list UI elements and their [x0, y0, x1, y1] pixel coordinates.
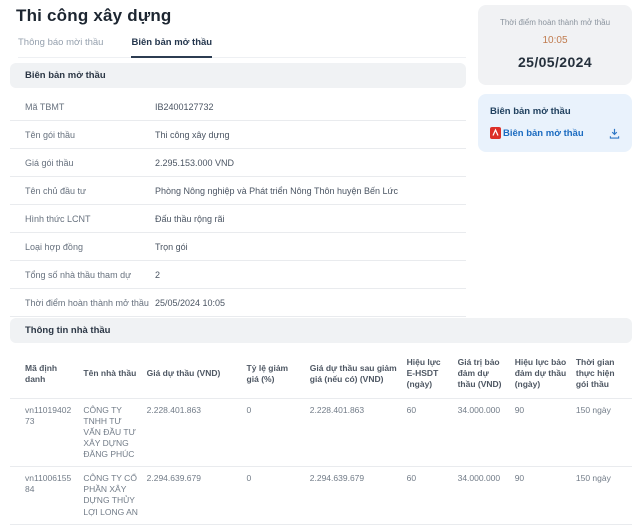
field-row-ten-goi-thau: Tên gói thầu Thi công xây dựng — [10, 121, 466, 149]
tab-thong-bao-moi-thau[interactable]: Thông báo mời thầu — [18, 37, 103, 57]
field-label: Loại hợp đồng — [25, 242, 155, 252]
field-value: Phòng Nông nghiệp và Phát triển Nông Thô… — [155, 186, 398, 196]
bid-info-fields: Mã TBMT IB2400127732 Tên gói thầu Thi cô… — [10, 93, 466, 317]
cell-guarantee-value: 34.000.000 — [458, 399, 515, 467]
field-value: IB2400127732 — [155, 102, 214, 112]
field-value: Thi công xây dựng — [155, 130, 230, 140]
column-header: Thời gian thực hiện gói thầu — [576, 349, 632, 399]
field-value: Trọn gói — [155, 242, 188, 252]
cell-guarantee-validity: 90 — [515, 399, 576, 467]
cell-guarantee-value: 34.000.000 — [458, 467, 515, 524]
cell-ehsdt-validity: 60 — [407, 399, 458, 467]
pdf-icon — [490, 127, 501, 139]
field-row-loai-hop-dong: Loại hợp đồng Trọn gói — [10, 233, 466, 261]
column-header: Giá trị bảo đảm dự thầu (VND) — [458, 349, 515, 399]
field-row-hinh-thuc-lcnt: Hình thức LCNT Đấu thầu rộng rãi — [10, 205, 466, 233]
contractors-panel: Thông tin nhà thầu Mã định danh Tên nhà … — [10, 318, 632, 525]
column-header: Giá dự thầu (VND) — [147, 349, 247, 399]
bid-opening-panel: Biên bản mở thầu Mã TBMT IB2400127732 Tê… — [10, 63, 466, 317]
section-header-contractors: Thông tin nhà thầu — [10, 318, 632, 343]
table-row: vn1101940273 CÔNG TY TNHH TƯ VẤN ĐẦU TƯ … — [10, 399, 632, 467]
cell-contractor-name: CÔNG TY TNHH TƯ VẤN ĐẦU TƯ XÂY DỰNG ĐĂNG… — [83, 399, 146, 467]
page-title: Thi công xây dựng — [16, 6, 172, 26]
cell-bid-price-after-discount: 2.294.639.679 — [310, 467, 407, 524]
cell-bid-price: 2.228.401.863 — [147, 399, 247, 467]
right-sidebar: Thời điểm hoàn thành mở thầu 10:05 25/05… — [478, 5, 632, 152]
field-row-tong-so-nha-thau: Tổng số nhà thầu tham dự 2 — [10, 261, 466, 289]
field-label: Hình thức LCNT — [25, 214, 155, 224]
contractors-table: Mã định danh Tên nhà thầu Giá dự thầu (V… — [10, 349, 632, 525]
completion-time-label: Thời điểm hoàn thành mở thầu — [488, 18, 622, 27]
field-row-thoi-diem-hoan-thanh: Thời điểm hoàn thành mở thầu 25/05/2024 … — [10, 289, 466, 317]
column-header: Hiệu lực E-HSDT (ngày) — [407, 349, 458, 399]
cell-guarantee-validity: 90 — [515, 467, 576, 524]
cell-ehsdt-validity: 60 — [407, 467, 458, 524]
field-value: 2 — [155, 270, 160, 280]
cell-execution-time: 150 ngày — [576, 467, 632, 524]
cell-contractor-name: CÔNG TY CỔ PHẦN XÂY DỰNG THỦY LỢI LONG A… — [83, 467, 146, 524]
cell-contractor-id: vn1100615584 — [10, 467, 83, 524]
document-link-label: Biên bản mở thầu — [503, 128, 584, 139]
cell-discount-rate: 0 — [247, 399, 310, 467]
field-label: Giá gói thầu — [25, 158, 155, 168]
bid-opening-report-link[interactable]: Biên bản mở thầu — [490, 127, 584, 139]
document-row: Biên bản mở thầu — [490, 127, 620, 139]
cell-bid-price-after-discount: 2.228.401.863 — [310, 399, 407, 467]
completion-time-value: 10:05 — [488, 35, 622, 46]
column-header: Giá dự thầu sau giảm giá (nếu có) (VND) — [310, 349, 407, 399]
field-label: Mã TBMT — [25, 102, 155, 112]
column-header: Tỷ lệ giảm giá (%) — [247, 349, 310, 399]
table-header-row: Mã định danh Tên nhà thầu Giá dự thầu (V… — [10, 349, 632, 399]
field-label: Tên gói thầu — [25, 130, 155, 140]
cell-execution-time: 150 ngày — [576, 399, 632, 467]
completion-date-value: 25/05/2024 — [488, 54, 622, 70]
column-header: Mã định danh — [10, 349, 83, 399]
field-row-ma-tbmt: Mã TBMT IB2400127732 — [10, 93, 466, 121]
field-label: Tổng số nhà thầu tham dự — [25, 270, 155, 280]
section-header-bid-opening: Biên bản mở thầu — [10, 63, 466, 88]
field-row-gia-goi-thau: Giá gói thầu 2.295.153.000 VND — [10, 149, 466, 177]
field-value: 2.295.153.000 VND — [155, 158, 234, 168]
field-label: Thời điểm hoàn thành mở thầu — [25, 298, 155, 308]
table-row: vn1100615584 CÔNG TY CỔ PHẦN XÂY DỰNG TH… — [10, 467, 632, 524]
tab-bar: Thông báo mời thầu Biên bản mở thầu — [18, 37, 466, 58]
cell-contractor-id: vn1101940273 — [10, 399, 83, 467]
cell-discount-rate: 0 — [247, 467, 310, 524]
column-header: Hiệu lực bảo đảm dự thầu (ngày) — [515, 349, 576, 399]
field-label: Tên chủ đầu tư — [25, 186, 155, 196]
document-card: Biên bản mở thầu Biên bản mở thầu — [478, 94, 632, 152]
field-row-ten-chu-dau-tu: Tên chủ đầu tư Phòng Nông nghiệp và Phát… — [10, 177, 466, 205]
field-value: Đấu thầu rộng rãi — [155, 214, 225, 224]
field-value: 25/05/2024 10:05 — [155, 298, 225, 308]
column-header: Tên nhà thầu — [83, 349, 146, 399]
cell-bid-price: 2.294.639.679 — [147, 467, 247, 524]
tab-bien-ban-mo-thau[interactable]: Biên bản mở thầu — [131, 37, 212, 58]
document-card-title: Biên bản mở thầu — [490, 106, 620, 117]
download-icon[interactable] — [609, 128, 620, 139]
bid-opening-page: Thi công xây dựng Thông báo mời thầu Biê… — [0, 0, 640, 530]
completion-time-card: Thời điểm hoàn thành mở thầu 10:05 25/05… — [478, 5, 632, 85]
